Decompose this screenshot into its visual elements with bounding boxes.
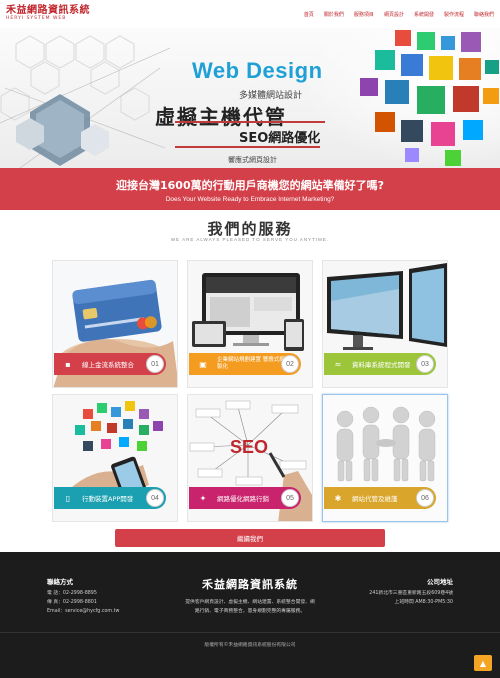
card-number: 06: [416, 489, 434, 507]
nav-item-system-dev[interactable]: 系統開發: [414, 11, 434, 18]
monitor-icon: ▣: [199, 359, 207, 369]
footer-address: 241新北市三重區重新路五段609巷4號: [369, 591, 453, 596]
service-card-database[interactable]: ≈ 資料庫系統程式開發 03: [322, 260, 448, 388]
service-card-payment[interactable]: ▪ 線上金流系統整合 01: [52, 260, 178, 388]
card-number: 02: [281, 355, 299, 373]
hero-title: Web Design: [192, 58, 323, 83]
hero-accent-bar: [175, 146, 320, 148]
mobile-marketing-banner: 迎接台灣1600萬的行動用戶商機您的網站準備好了嗎? Does Your Web…: [0, 168, 500, 210]
services-subtitle: WE ARE ALWAYS PLEASED TO SERVE YOU ANYTI…: [170, 237, 330, 242]
card-tag: ≈ 資料庫系統程式開發 03: [324, 353, 436, 375]
services-title: 我們的服務: [207, 220, 293, 238]
tools-icon: ✱: [334, 493, 342, 503]
mobile-icon: ▯: [65, 493, 71, 503]
app-cubes-illustration: [360, 30, 499, 166]
site-logo[interactable]: 禾益網路資訊系統 HERYI SYSTEM WEB: [6, 6, 90, 22]
nav-item-services[interactable]: 服務項目: [354, 11, 374, 18]
logo-chinese-name: 禾益網路資訊系統: [6, 5, 90, 17]
hero-line-multimedia: 多媒體網站設計: [239, 91, 303, 101]
footer-address-title: 公司地址: [427, 578, 453, 586]
footer-desc-line: 路行銷、電子商務整合，量身規劃完整的專屬服務。: [194, 609, 306, 614]
nav-item-web-design[interactable]: 網頁設計: [384, 11, 404, 18]
chevron-up-icon: ▲: [479, 658, 487, 668]
credit-card-icon: ▪: [65, 359, 71, 369]
hero-line-hosting: 虛擬主機代管: [155, 105, 287, 129]
nav-item-process[interactable]: 製作流程: [444, 11, 464, 18]
hero-accent-bar: [175, 121, 325, 123]
card-number: 01: [146, 355, 164, 373]
service-card-app[interactable]: ▯ 行動裝置APP開發 04: [52, 394, 178, 522]
main-nav: 首頁 關於我們 服務項目 網頁設計 系統開發 製作流程 聯絡我們: [304, 11, 494, 18]
card-number: 03: [416, 355, 434, 373]
hero-banner: Web Design 多媒體網站設計 虛擬主機代管 SEO網路優化 響應式網頁設…: [0, 28, 500, 168]
nav-item-home[interactable]: 首頁: [304, 11, 314, 18]
footer-address-info: 241新北市三重區重新路五段609巷4號 上班時間 AM8:30-PM5:30: [369, 589, 453, 607]
hexagon-decoration: [0, 35, 170, 168]
network-icon: ✦: [199, 493, 207, 503]
wifi-icon: ≈: [334, 359, 342, 369]
card-number: 05: [281, 489, 299, 507]
nav-item-contact[interactable]: 聯絡我們: [474, 11, 494, 18]
contact-us-button[interactable]: 繼續我們: [115, 529, 385, 547]
service-card-hosting[interactable]: ✱ 網站代管及維護 06: [322, 394, 448, 522]
footer-copyright: 版權所有©禾益網路資訊系統股份有限公司: [204, 643, 296, 648]
card-tag: ▪ 線上金流系統整合 01: [54, 353, 166, 375]
card-tag: ▣ 企業網站規劃建置 響應式網頁客製化 02: [189, 353, 301, 375]
card-tag: ✱ 網站代管及維護 06: [324, 487, 436, 509]
card-tag: ✦ 網路優化網路行銷 05: [189, 487, 301, 509]
svg-text:SEO: SEO: [230, 437, 268, 457]
service-card-seo[interactable]: SEO ✦ 網路優化網路行銷 05: [187, 394, 313, 522]
footer-divider: [0, 632, 500, 633]
card-tag: ▯ 行動裝置APP開發 04: [54, 487, 166, 509]
service-card-rwd[interactable]: ▣ 企業網站規劃建置 響應式網頁客製化 02: [187, 260, 313, 388]
hero-line-seo: SEO網路優化: [239, 131, 321, 146]
logo-english-name: HERYI SYSTEM WEB: [6, 16, 67, 22]
card-number: 04: [146, 489, 164, 507]
site-header: 禾益網路資訊系統 HERYI SYSTEM WEB 首頁 關於我們 服務項目 網…: [0, 0, 500, 28]
nav-item-about[interactable]: 關於我們: [324, 11, 344, 18]
hero-line-rwd: 響應式網頁設計: [228, 156, 277, 164]
banner-english-text: Does Your Website Ready to Embrace Inter…: [165, 196, 335, 203]
back-to-top-button[interactable]: ▲: [474, 655, 492, 671]
banner-chinese-text: 迎接台灣1600萬的行動用戶商機您的網站準備好了嗎?: [116, 179, 384, 192]
footer-hours: 上班時間 AM8:30-PM5:30: [394, 600, 453, 605]
